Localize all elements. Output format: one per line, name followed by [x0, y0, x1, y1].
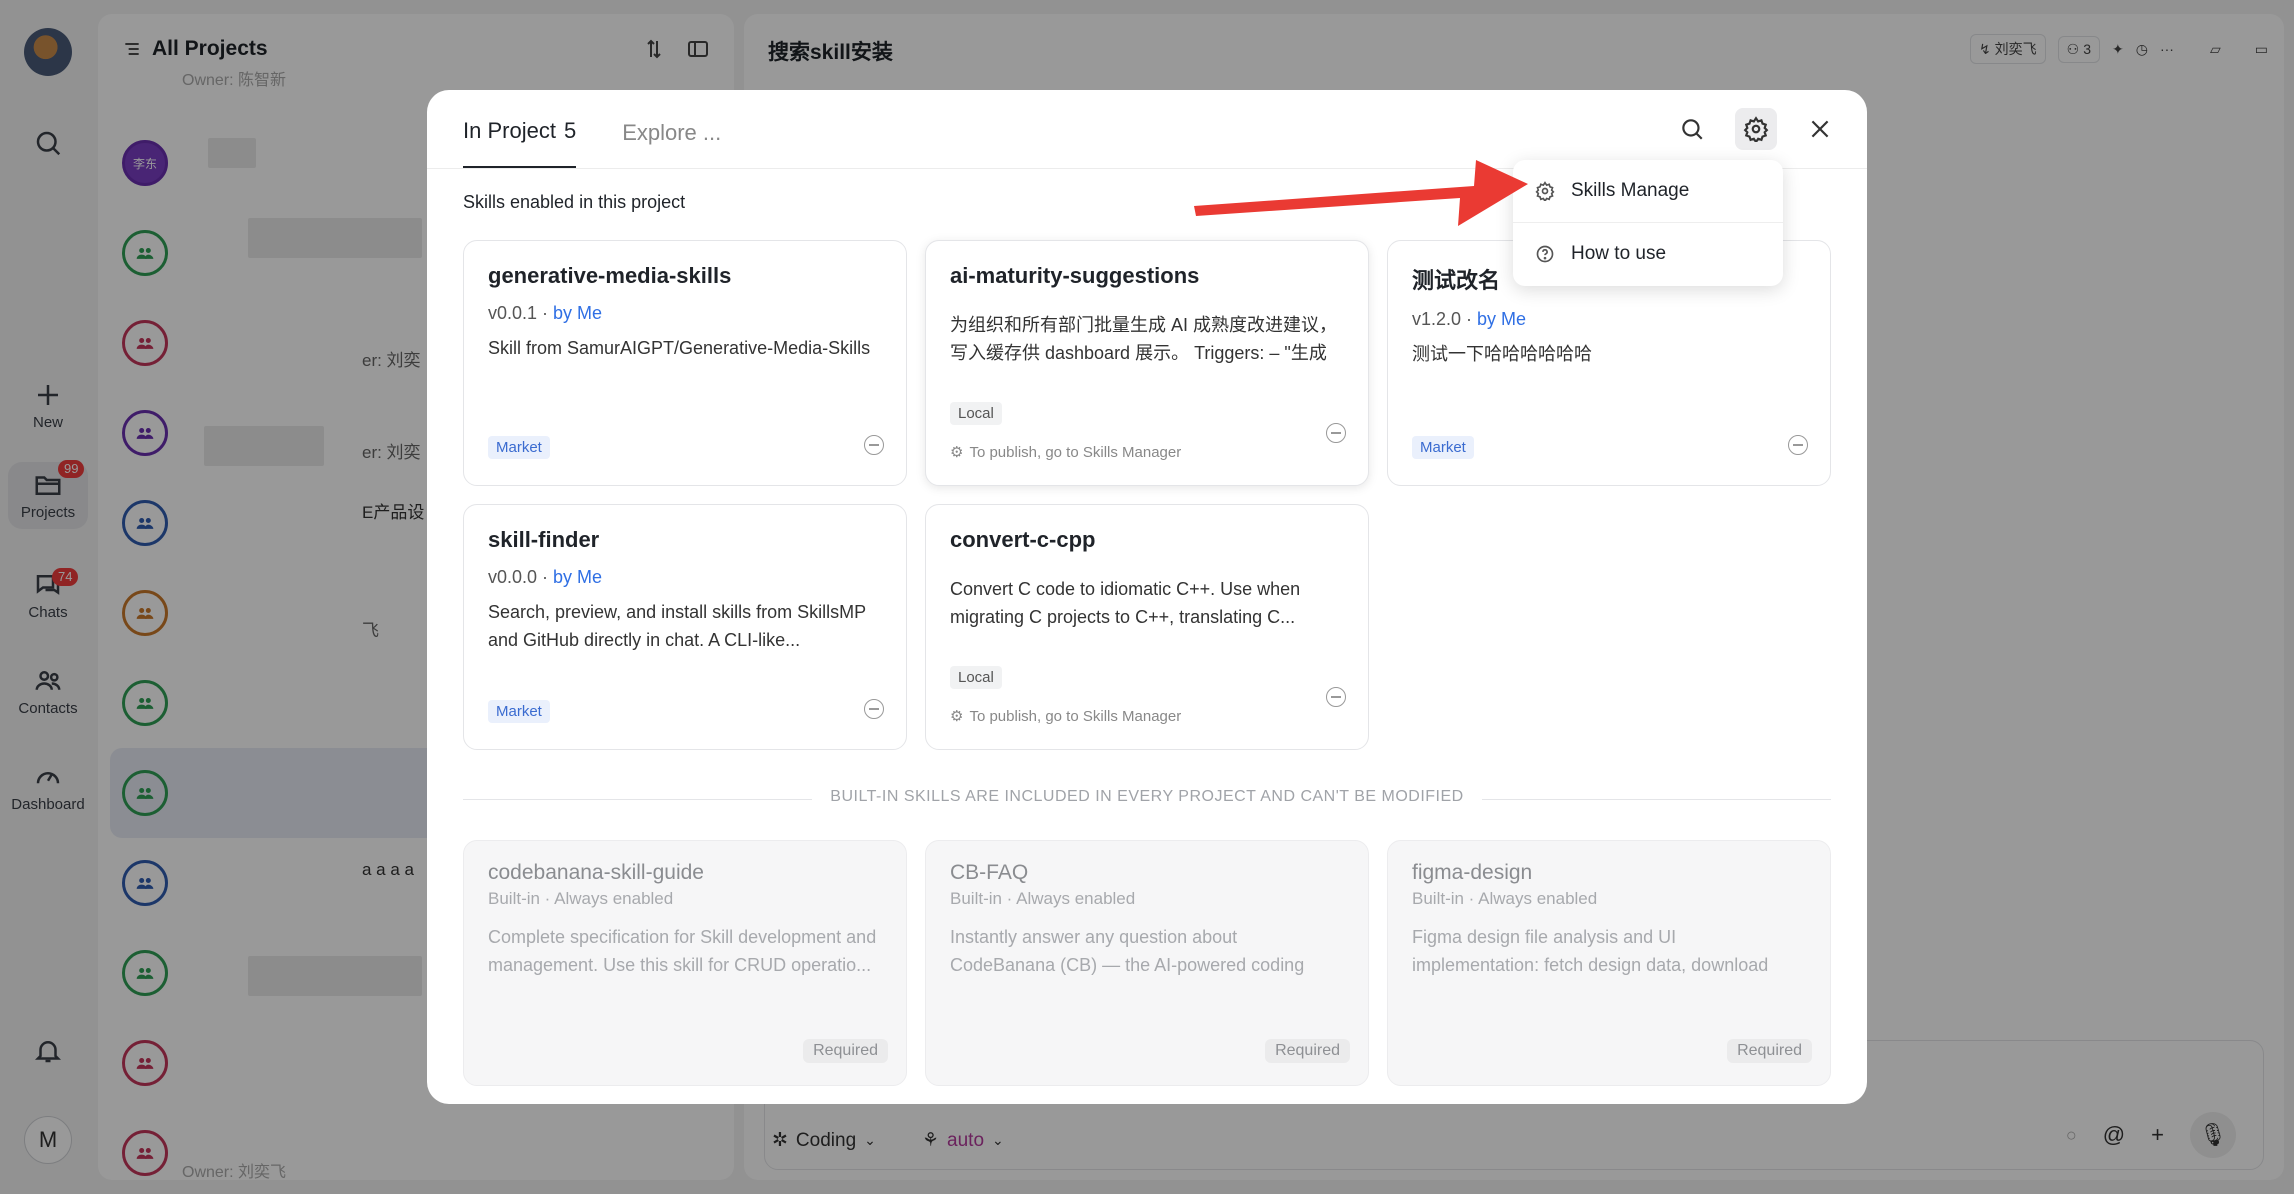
menu-item-label: How to use [1571, 243, 1667, 264]
gear-icon [1743, 116, 1769, 142]
builtin-skill-card[interactable]: CB-FAQ Built-in · Always enabled Instant… [925, 840, 1369, 1086]
skill-tag: Market [488, 436, 550, 459]
menu-item-skills-manage[interactable]: Skills Manage [1513, 160, 1783, 222]
skill-tag: Local [950, 666, 1002, 689]
skill-description: 测试一下哈哈哈哈哈哈 [1412, 344, 1592, 364]
tab-in-project-count: 5 [563, 118, 577, 143]
builtin-skill-description: Complete specification for Skill develop… [488, 927, 877, 975]
skill-meta: v0.0.0 · by Me [488, 567, 603, 587]
skill-meta: v0.0.1 · by Me [488, 303, 603, 323]
skill-card[interactable]: skill-finder v0.0.0 · by Me Search, prev… [463, 504, 907, 750]
builtin-skill-card[interactable]: figma-design Built-in · Always enabled F… [1387, 840, 1831, 1086]
skill-name: skill-finder [488, 527, 600, 552]
skill-author-link[interactable]: by Me [1477, 309, 1526, 329]
required-badge: Required [1727, 1039, 1812, 1063]
builtin-skill-sub: Built-in · Always enabled [950, 889, 1136, 908]
close-icon [1811, 120, 1829, 138]
tab-explore[interactable]: Explore ... [622, 120, 721, 168]
tab-in-project[interactable]: In Project 5 [463, 118, 577, 168]
builtin-skill-name: CB-FAQ [950, 861, 1029, 884]
skill-tag: Local [950, 402, 1002, 425]
remove-skill-icon[interactable] [1326, 687, 1346, 707]
skill-name: ai-maturity-suggestions [950, 263, 1200, 288]
menu-item-how-to-use[interactable]: How to use [1513, 223, 1783, 285]
publish-hint: ⚙ To publish, go to Skills Manager [950, 707, 1182, 726]
modal-toolbar [1671, 108, 1841, 150]
skill-name: generative-media-skills [488, 263, 732, 288]
skill-description: 为组织和所有部门批量生成 AI 成熟度改进建议，写入缓存供 dashboard … [950, 315, 1338, 363]
gear-icon [1535, 181, 1555, 201]
builtin-heading: BUILT-IN SKILLS ARE INCLUDED IN EVERY PR… [812, 788, 1482, 805]
required-badge: Required [1265, 1039, 1350, 1063]
settings-dropdown: Skills Manage How to use [1513, 160, 1783, 286]
remove-skill-icon[interactable] [864, 699, 884, 719]
search-button[interactable] [1671, 108, 1713, 150]
builtin-skill-description: Figma design file analysis and UI implem… [1412, 927, 1769, 975]
builtin-skill-name: codebanana-skill-guide [488, 861, 704, 884]
skill-card[interactable]: ai-maturity-suggestions 为组织和所有部门批量生成 AI … [925, 240, 1369, 486]
skill-description: Convert C code to idiomatic C++. Use whe… [950, 579, 1301, 627]
modal-tabs: In Project 5 Explore ... [463, 90, 721, 168]
skill-author-link[interactable]: by Me [553, 303, 602, 323]
skill-name: convert-c-cpp [950, 527, 1096, 552]
remove-skill-icon[interactable] [1326, 423, 1346, 443]
builtin-skill-card[interactable]: codebanana-skill-guide Built-in · Always… [463, 840, 907, 1086]
gear-icon: ⚙ [950, 444, 964, 461]
remove-skill-icon[interactable] [1788, 435, 1808, 455]
builtin-skill-sub: Built-in · Always enabled [488, 889, 674, 908]
help-circle-icon [1536, 245, 1554, 263]
required-badge: Required [803, 1039, 888, 1063]
skill-description: Skill from SamurAIGPT/Generative-Media-S… [488, 338, 871, 358]
skill-card[interactable]: convert-c-cpp Convert C code to idiomati… [925, 504, 1369, 750]
skill-tag: Market [488, 700, 550, 723]
gear-icon: ⚙ [950, 708, 964, 725]
builtin-skill-name: figma-design [1412, 861, 1533, 884]
skill-author-link[interactable]: by Me [553, 567, 602, 587]
builtin-skill-description: Instantly answer any question about Code… [950, 927, 1305, 975]
builtin-skill-sub: Built-in · Always enabled [1412, 889, 1598, 908]
skill-meta: v1.2.0 · by Me [1412, 309, 1527, 329]
publish-hint: ⚙ To publish, go to Skills Manager [950, 443, 1182, 462]
close-button[interactable] [1799, 108, 1841, 150]
skill-tag: Market [1412, 436, 1474, 459]
skill-card[interactable]: generative-media-skills v0.0.1 · by Me S… [463, 240, 907, 486]
annotation-arrow [1194, 160, 1528, 226]
section-subtitle: Skills enabled in this project [463, 192, 686, 212]
settings-button[interactable] [1735, 108, 1777, 150]
menu-item-label: Skills Manage [1571, 180, 1690, 201]
skill-description: Search, preview, and install skills from… [488, 602, 866, 650]
tab-in-project-label: In Project [463, 118, 556, 143]
remove-skill-icon[interactable] [864, 435, 884, 455]
search-icon [1682, 119, 1703, 140]
